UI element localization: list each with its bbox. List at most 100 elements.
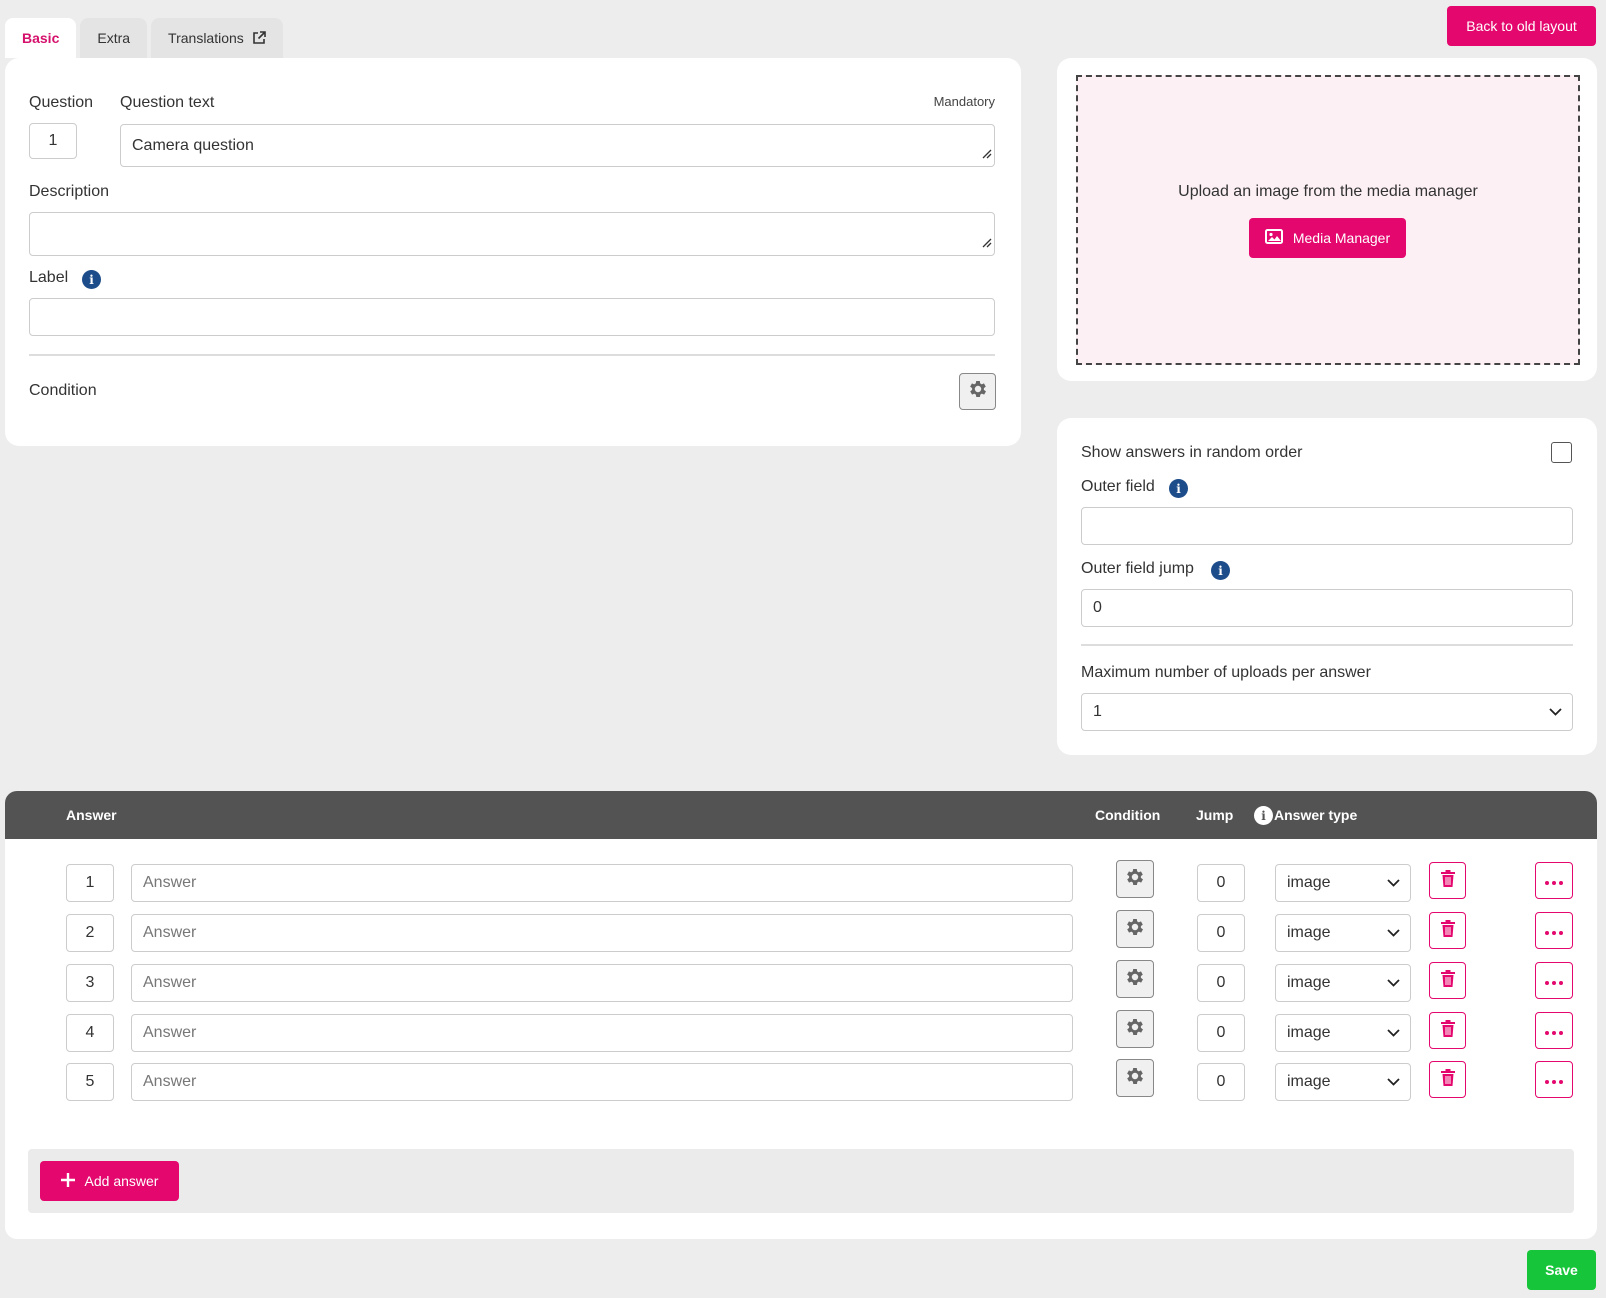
plus-icon [60,1172,75,1190]
answer-type-select[interactable]: image [1275,1014,1411,1052]
more-options-button[interactable] [1535,862,1573,899]
tab-bar: Basic Extra Translations [5,18,283,58]
jump-info-icon[interactable]: i [1254,791,1273,839]
gear-icon [1124,916,1146,943]
upload-instructions: Upload an image from the media manager [1178,183,1478,200]
outer-field-jump-label: Outer field jump [1081,560,1194,577]
answer-condition-button[interactable] [1116,1059,1154,1097]
answer-condition-button[interactable] [1116,1010,1154,1048]
chevron-down-icon [1387,974,1400,992]
answer-row: 3 0 image [5,960,1597,1004]
more-icon [1545,922,1563,940]
max-uploads-select[interactable]: 1 [1081,693,1573,731]
info-icon[interactable]: i [1211,561,1230,580]
save-button[interactable]: Save [1527,1250,1596,1290]
question-number-input[interactable]: 1 [29,123,77,159]
question-text-label: Question text [120,94,215,111]
more-options-button[interactable] [1535,912,1573,949]
answer-type-select[interactable]: image [1275,1063,1411,1101]
tab-translations[interactable]: Translations [151,18,283,58]
answer-jump-input[interactable]: 0 [1197,864,1245,902]
answer-number[interactable]: 3 [66,964,114,1002]
description-label: Description [29,183,110,200]
question-text-field[interactable]: Camera question [120,124,995,167]
info-icon[interactable]: i [82,270,101,289]
answer-type-select[interactable]: image [1275,964,1411,1002]
answer-type-select[interactable]: image [1275,914,1411,952]
outer-field-jump-input[interactable]: 0 [1081,589,1573,627]
delete-answer-button[interactable] [1429,1012,1466,1049]
answer-condition-button[interactable] [1116,960,1154,998]
condition-label: Condition [29,382,97,399]
resize-handle-icon[interactable] [980,235,992,253]
answer-type-value: image [1287,1073,1331,1090]
gear-icon [1124,1016,1146,1043]
tab-basic[interactable]: Basic [5,18,77,58]
answer-row: 5 0 image [5,1059,1597,1103]
delete-answer-button[interactable] [1429,1061,1466,1098]
answer-input[interactable] [131,1063,1073,1101]
outer-field-label: Outer field [1081,478,1155,495]
column-header-answer: Answer [66,807,117,823]
answer-input[interactable] [131,1014,1073,1052]
media-manager-button[interactable]: Media Manager [1249,218,1406,258]
add-answer-label: Add answer [84,1173,159,1189]
label-label: Label [29,269,69,286]
media-manager-label: Media Manager [1292,230,1391,246]
answer-jump-input[interactable]: 0 [1197,1063,1245,1101]
trash-icon [1440,869,1455,892]
answer-number[interactable]: 1 [66,864,114,902]
condition-settings-button[interactable] [959,373,996,410]
external-link-icon [252,31,266,45]
random-order-checkbox[interactable] [1551,442,1572,463]
answer-jump-input[interactable]: 0 [1197,914,1245,952]
answer-input[interactable] [131,864,1073,902]
more-options-button[interactable] [1535,962,1573,999]
answer-jump-input[interactable]: 0 [1197,964,1245,1002]
options-card: Show answers in random order Outer field… [1057,418,1597,755]
delete-answer-button[interactable] [1429,862,1466,899]
add-answer-button[interactable]: Add answer [40,1161,179,1201]
answer-jump-input[interactable]: 0 [1197,1014,1245,1052]
more-icon [1545,972,1563,990]
chevron-down-icon [1387,1073,1400,1091]
outer-field-jump-value: 0 [1093,599,1102,616]
divider [29,354,995,356]
column-header-jump: Jump [1196,807,1234,823]
outer-field-input[interactable] [1081,507,1573,545]
label-input[interactable] [29,298,995,336]
tab-extra[interactable]: Extra [80,18,148,58]
question-number-value: 1 [48,132,58,149]
svg-text:i: i [1261,809,1266,823]
gear-icon [1124,866,1146,893]
question-label: Question [29,94,94,111]
add-answer-bar: Add answer [28,1149,1574,1213]
resize-handle-icon[interactable] [980,146,992,164]
delete-answer-button[interactable] [1429,962,1466,999]
question-card: Question 1 Question text Mandatory Camer… [5,58,1021,446]
answer-type-select[interactable]: image [1275,864,1411,902]
info-icon[interactable]: i [1169,479,1188,498]
answer-row: 2 0 image [5,910,1597,954]
answer-input[interactable] [131,964,1073,1002]
answer-number[interactable]: 5 [66,1063,114,1101]
answer-number[interactable]: 2 [66,914,114,952]
back-to-old-layout-button[interactable]: Back to old layout [1447,6,1596,46]
answer-input[interactable] [131,914,1073,952]
answer-condition-button[interactable] [1116,910,1154,948]
chevron-down-icon [1549,703,1562,721]
description-field[interactable] [29,212,995,256]
delete-answer-button[interactable] [1429,912,1466,949]
more-options-button[interactable] [1535,1061,1573,1098]
answer-number[interactable]: 4 [66,1014,114,1052]
answers-table-header: Answer Condition Jump i Answer type [5,791,1597,839]
trash-icon [1440,1019,1455,1042]
column-header-condition: Condition [1095,807,1161,823]
answer-row: 4 0 image [5,1010,1597,1054]
answer-condition-button[interactable] [1116,860,1154,898]
chevron-down-icon [1387,924,1400,942]
answers-table-body: 1 0 image 2 0 image 3 0 image 4 0 image … [5,839,1597,1239]
trash-icon [1440,969,1455,992]
more-icon [1545,1022,1563,1040]
more-options-button[interactable] [1535,1012,1573,1049]
